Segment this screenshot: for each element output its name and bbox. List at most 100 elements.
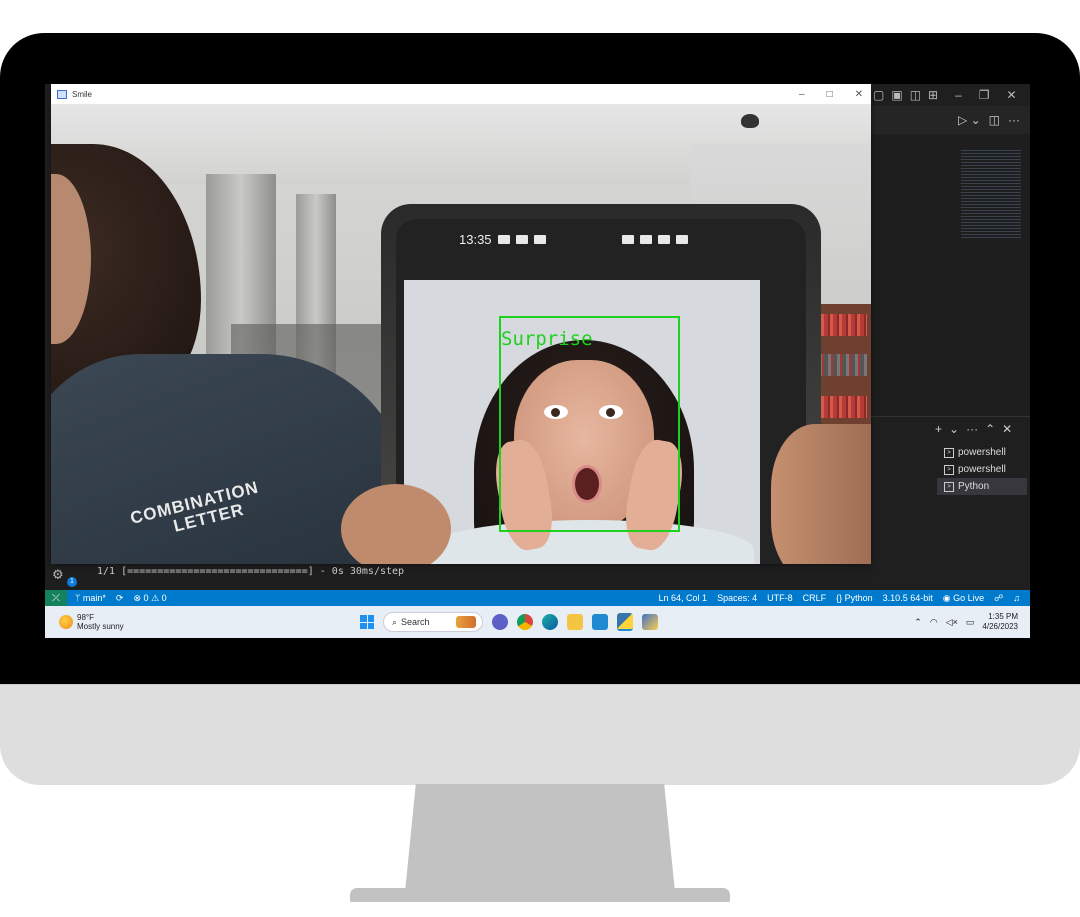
terminal-tab-powershell-2[interactable]: > powershell bbox=[937, 461, 1027, 478]
bell-icon[interactable]: ♫ bbox=[1013, 593, 1020, 603]
feedback-icon[interactable]: ☍ bbox=[994, 593, 1003, 604]
sun-icon bbox=[59, 615, 73, 629]
broadcast-icon: ◉ bbox=[942, 592, 951, 603]
python-interpreter[interactable]: 3.10.5 64-bit bbox=[883, 593, 933, 603]
status-icon bbox=[621, 234, 634, 244]
taskbar-apps: ⌕ Search bbox=[360, 612, 658, 632]
monitor-stand-foot bbox=[350, 888, 730, 902]
terminal-list: > powershell > powershell > Python bbox=[937, 444, 1027, 495]
taskbar: 98°F Mostly sunny ⌕ Search ⌃ ◠ ◁× ▭ 1:35… bbox=[45, 606, 1030, 638]
search-highlight-icon bbox=[456, 616, 476, 628]
chevron-up-icon[interactable]: ⌃ bbox=[914, 617, 922, 628]
terminal-output-line: 1/1 [==============================] - 0… bbox=[97, 566, 405, 577]
camera-minimize-button[interactable]: – bbox=[799, 89, 805, 100]
vscode-icon[interactable] bbox=[592, 614, 608, 630]
terminal-tab-powershell-1[interactable]: > powershell bbox=[937, 444, 1027, 461]
problems-indicator[interactable]: ⊗ 0 ⚠ 0 bbox=[133, 593, 166, 604]
panel-more-icon[interactable]: ··· bbox=[966, 422, 978, 436]
camera-maximize-button[interactable]: □ bbox=[827, 89, 833, 100]
monitor-chin bbox=[0, 684, 1080, 785]
branch-indicator[interactable]: ᛘ main* bbox=[75, 593, 106, 603]
vscode-minimize-button[interactable]: – bbox=[955, 88, 962, 102]
branch-name: main* bbox=[82, 593, 106, 603]
gear-icon[interactable]: ⚙ 1 bbox=[53, 564, 77, 587]
error-icon: ⊗ bbox=[133, 592, 142, 603]
terminal-output: ⚙ 1 1/1 [==============================] … bbox=[45, 564, 871, 590]
split-editor-icon[interactable]: ◫ bbox=[989, 113, 1000, 127]
clock-time: 1:35 PM bbox=[988, 612, 1018, 621]
status-bar: ⤫ ᛘ main* ⟳ ⊗ 0 ⚠ 0 Ln 64, Col 1 Spaces:… bbox=[45, 590, 1030, 606]
file-explorer-icon[interactable] bbox=[567, 614, 583, 630]
camera-window-titlebar[interactable]: Smile – □ ✕ bbox=[51, 84, 871, 104]
start-button[interactable] bbox=[360, 615, 374, 629]
vscode-titlebar: ▢ ▣ ◫ ⊞ – ❐ ✕ bbox=[871, 84, 1030, 106]
weather-widget[interactable]: 98°F Mostly sunny bbox=[45, 613, 179, 631]
phone-time: 13:35 bbox=[459, 231, 492, 247]
smile-app-icon[interactable] bbox=[642, 614, 658, 630]
layout-panel-icon[interactable]: ▣ bbox=[891, 88, 902, 102]
camera-window-title: Smile bbox=[72, 89, 93, 99]
cursor-position[interactable]: Ln 64, Col 1 bbox=[659, 593, 708, 603]
weather-temperature: 98°F bbox=[77, 613, 94, 622]
branch-icon: ᛘ bbox=[75, 593, 83, 603]
go-live-button[interactable]: ◉ Go Live bbox=[943, 593, 984, 604]
battery-icon[interactable]: ▭ bbox=[966, 617, 975, 628]
emotion-label: Surprise bbox=[501, 328, 593, 350]
run-icon[interactable]: ▷ ⌄ bbox=[958, 113, 981, 127]
taskbar-search[interactable]: ⌕ Search bbox=[383, 612, 483, 632]
editor-toolbar: ▷ ⌄ ◫ ··· bbox=[871, 106, 1030, 134]
terminal-icon: > bbox=[944, 447, 954, 458]
line-ending[interactable]: CRLF bbox=[803, 593, 827, 603]
minimap[interactable] bbox=[961, 150, 1021, 240]
remote-indicator-icon[interactable]: ⤫ bbox=[45, 590, 67, 606]
holding-hand-left bbox=[341, 484, 451, 564]
layout-customize-icon[interactable]: ⊞ bbox=[928, 88, 938, 102]
notification-icon bbox=[515, 234, 528, 244]
clock[interactable]: 1:35 PM 4/26/2023 bbox=[982, 612, 1018, 632]
wifi-icon[interactable]: ◠ bbox=[930, 617, 938, 628]
language-mode[interactable]: {} Python bbox=[836, 593, 873, 603]
weather-description: Mostly sunny bbox=[77, 622, 124, 631]
notification-icon bbox=[533, 234, 546, 244]
holding-hand-right bbox=[771, 424, 871, 564]
braces-icon: {} bbox=[836, 593, 843, 603]
close-panel-icon[interactable]: ✕ bbox=[1002, 422, 1012, 436]
volume-icon[interactable]: ◁× bbox=[946, 617, 958, 628]
terminal-icon: > bbox=[944, 481, 954, 492]
terminal-tab-label: powershell bbox=[958, 447, 1006, 458]
clock-date: 4/26/2023 bbox=[982, 622, 1018, 631]
go-live-label: Go Live bbox=[953, 592, 985, 603]
terminal-tab-label: Python bbox=[958, 481, 990, 492]
app-icon bbox=[57, 89, 67, 99]
python-app-icon[interactable] bbox=[617, 613, 633, 631]
encoding[interactable]: UTF-8 bbox=[767, 593, 793, 603]
system-tray: ⌃ ◠ ◁× ▭ 1:35 PM 4/26/2023 bbox=[914, 612, 1018, 632]
terminal-dropdown-icon[interactable]: ⌄ bbox=[949, 422, 959, 436]
camera-close-button[interactable]: ✕ bbox=[855, 89, 863, 100]
teams-chat-icon[interactable] bbox=[492, 614, 508, 630]
terminal-tab-python[interactable]: > Python bbox=[937, 478, 1027, 495]
phone-status-bar: 13:35 bbox=[459, 231, 749, 247]
screen: ▢ ▣ ◫ ⊞ – ❐ ✕ ▷ ⌄ ◫ ··· + ⌄ ··· ⌃ ✕ > po… bbox=[45, 84, 1030, 638]
layout-split-icon[interactable]: ◫ bbox=[910, 88, 921, 102]
terminal-icon: > bbox=[944, 464, 954, 475]
terminal-tab-label: powershell bbox=[958, 464, 1006, 475]
language-label: Python bbox=[844, 593, 873, 603]
warning-icon: ⚠ bbox=[151, 592, 160, 603]
sync-icon[interactable]: ⟳ bbox=[116, 593, 124, 604]
more-actions-icon[interactable]: ··· bbox=[1008, 113, 1020, 127]
monitor-stand-neck bbox=[405, 784, 675, 892]
notification-badge: 1 bbox=[67, 577, 77, 587]
maximize-panel-icon[interactable]: ⌃ bbox=[985, 422, 995, 436]
chrome-icon[interactable] bbox=[517, 614, 533, 630]
new-terminal-icon[interactable]: + bbox=[935, 422, 942, 436]
edge-icon[interactable] bbox=[542, 614, 558, 630]
camera-window: Smile – □ ✕ COMBINATION LETTER 13:35 Sur… bbox=[51, 84, 871, 564]
vscode-close-button[interactable]: ✕ bbox=[1007, 88, 1017, 102]
layout-sidebar-icon[interactable]: ▢ bbox=[873, 88, 884, 102]
status-icon bbox=[639, 234, 652, 244]
vscode-restore-button[interactable]: ❐ bbox=[979, 88, 990, 102]
panel-actions: + ⌄ ··· ⌃ ✕ bbox=[935, 422, 1012, 436]
search-placeholder: Search bbox=[401, 617, 430, 627]
indentation[interactable]: Spaces: 4 bbox=[717, 593, 757, 603]
